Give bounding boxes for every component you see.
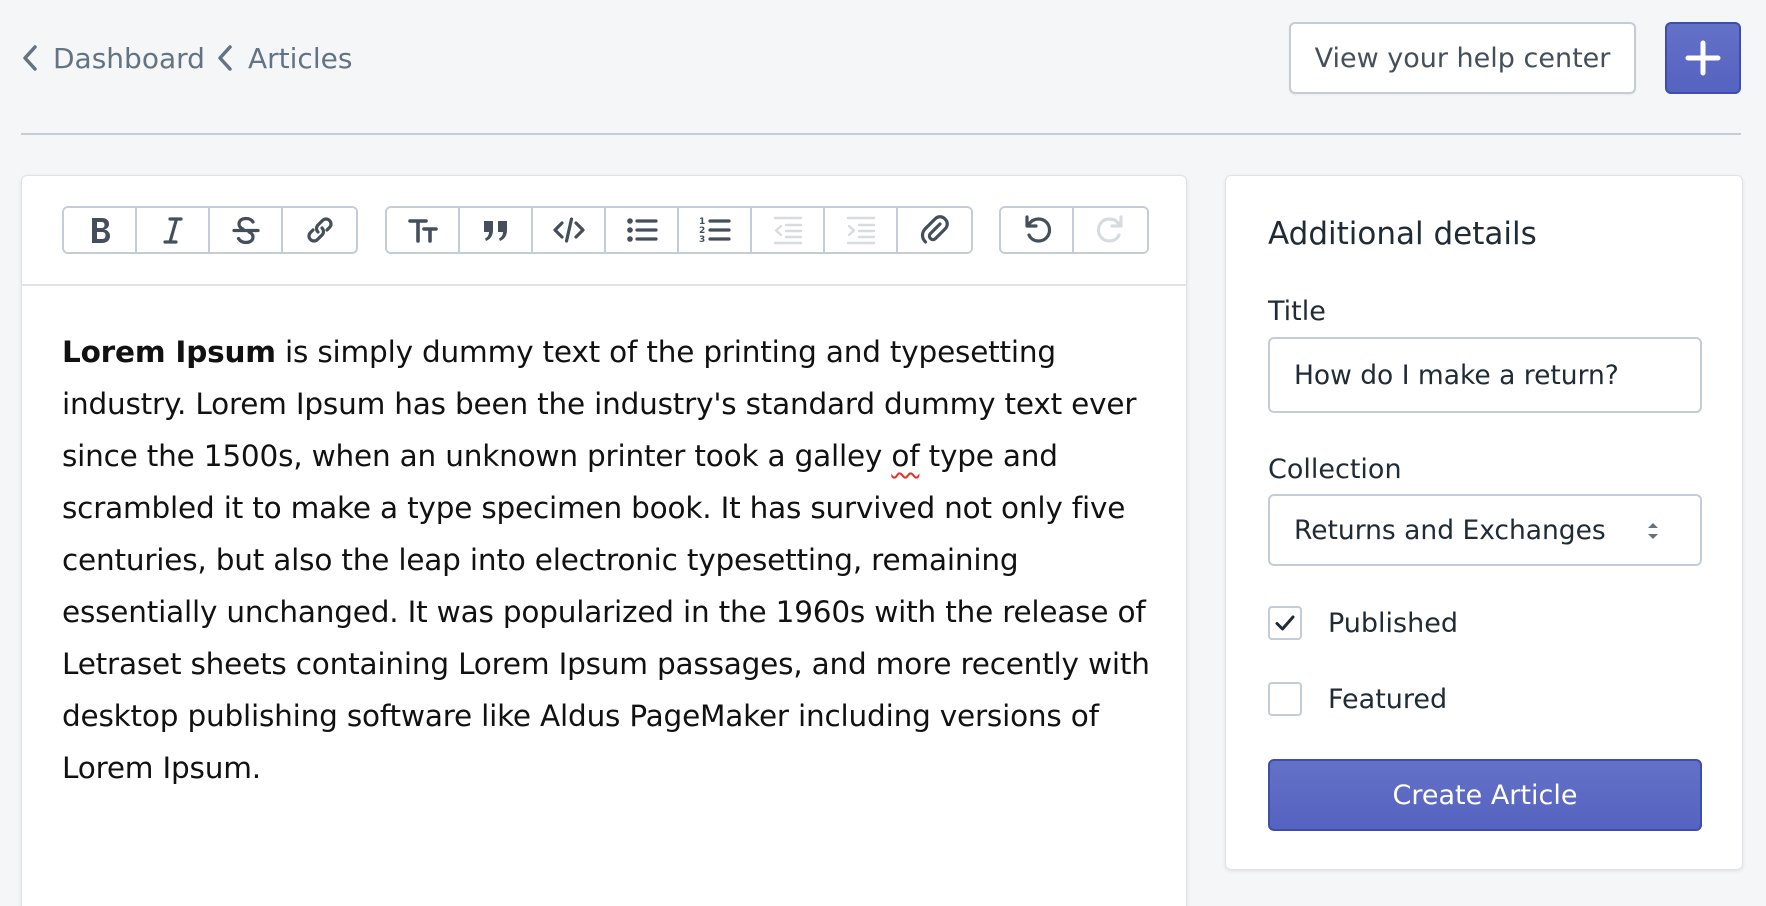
published-label: Published [1328, 607, 1458, 639]
italic-button[interactable] [137, 208, 210, 252]
heading-button[interactable] [387, 208, 460, 252]
chevron-left-icon [23, 45, 37, 71]
undo-icon [1024, 215, 1051, 243]
code-button[interactable] [533, 208, 606, 252]
indent-button[interactable] [825, 208, 898, 252]
breadcrumb-articles[interactable]: Articles [216, 38, 352, 78]
top-bar: Dashboard Articles View your help center [0, 0, 1766, 135]
details-heading: Additional details [1268, 216, 1537, 252]
attachment-button[interactable] [898, 208, 971, 252]
bullet-list-icon [626, 218, 658, 242]
featured-label: Featured [1328, 683, 1448, 715]
outdent-button[interactable] [752, 208, 825, 252]
redo-button[interactable] [1074, 208, 1147, 252]
title-input[interactable] [1268, 337, 1702, 413]
collection-selected-value: Returns and Exchanges [1294, 514, 1606, 546]
strikethrough-button[interactable] [210, 208, 283, 252]
chevron-left-icon [218, 45, 232, 71]
bold-button[interactable] [64, 208, 137, 252]
published-checkbox[interactable] [1268, 606, 1302, 640]
checkmark-icon [1275, 615, 1295, 631]
editor-toolbar: 123 [22, 176, 1186, 286]
block-tool-group: 123 [385, 206, 973, 254]
breadcrumb-label: Articles [248, 41, 353, 75]
collection-label: Collection [1268, 454, 1402, 485]
content-bold-text: Lorem Ipsum [62, 335, 276, 369]
select-caret-icon [1648, 523, 1658, 539]
attachment-icon [920, 215, 949, 244]
history-tool-group [999, 206, 1149, 254]
numbered-list-button[interactable]: 123 [679, 208, 752, 252]
indent-icon [846, 216, 875, 245]
bullet-list-button[interactable] [606, 208, 679, 252]
numbered-list-icon: 123 [699, 217, 731, 245]
content-text: type and scrambled it to make a type spe… [62, 439, 1150, 785]
breadcrumb-label: Dashboard [53, 41, 205, 75]
featured-checkbox[interactable] [1268, 682, 1302, 716]
header-divider [21, 133, 1741, 135]
article-content-editor[interactable]: Lorem Ipsum is simply dummy text of the … [62, 326, 1152, 794]
additional-details-card: Additional details Title Collection Retu… [1225, 175, 1743, 870]
outdent-icon [773, 216, 802, 245]
quote-icon [483, 221, 507, 241]
italic-icon [162, 217, 183, 244]
quote-button[interactable] [460, 208, 533, 252]
svg-text:3: 3 [699, 235, 705, 245]
featured-checkbox-row[interactable]: Featured [1268, 682, 1447, 716]
plus-icon [1685, 40, 1721, 76]
undo-button[interactable] [1001, 208, 1074, 252]
code-icon [552, 217, 585, 243]
heading-icon [407, 219, 438, 243]
view-help-center-button[interactable]: View your help center [1289, 22, 1636, 94]
add-article-button[interactable] [1665, 22, 1741, 94]
link-button[interactable] [283, 208, 356, 252]
strikethrough-icon [231, 216, 260, 245]
bold-icon [91, 218, 110, 243]
title-label: Title [1268, 296, 1326, 327]
editor-card: 123 Lorem Ipsum is simply dummy text of … [21, 175, 1187, 906]
misspelled-word: of [891, 439, 920, 473]
published-checkbox-row[interactable]: Published [1268, 606, 1458, 640]
create-article-button[interactable]: Create Article [1268, 759, 1702, 831]
format-tool-group [62, 206, 358, 254]
redo-icon [1096, 215, 1123, 243]
breadcrumb-dashboard[interactable]: Dashboard [21, 38, 205, 78]
link-icon [306, 217, 333, 243]
collection-select[interactable]: Returns and Exchanges [1268, 494, 1702, 566]
